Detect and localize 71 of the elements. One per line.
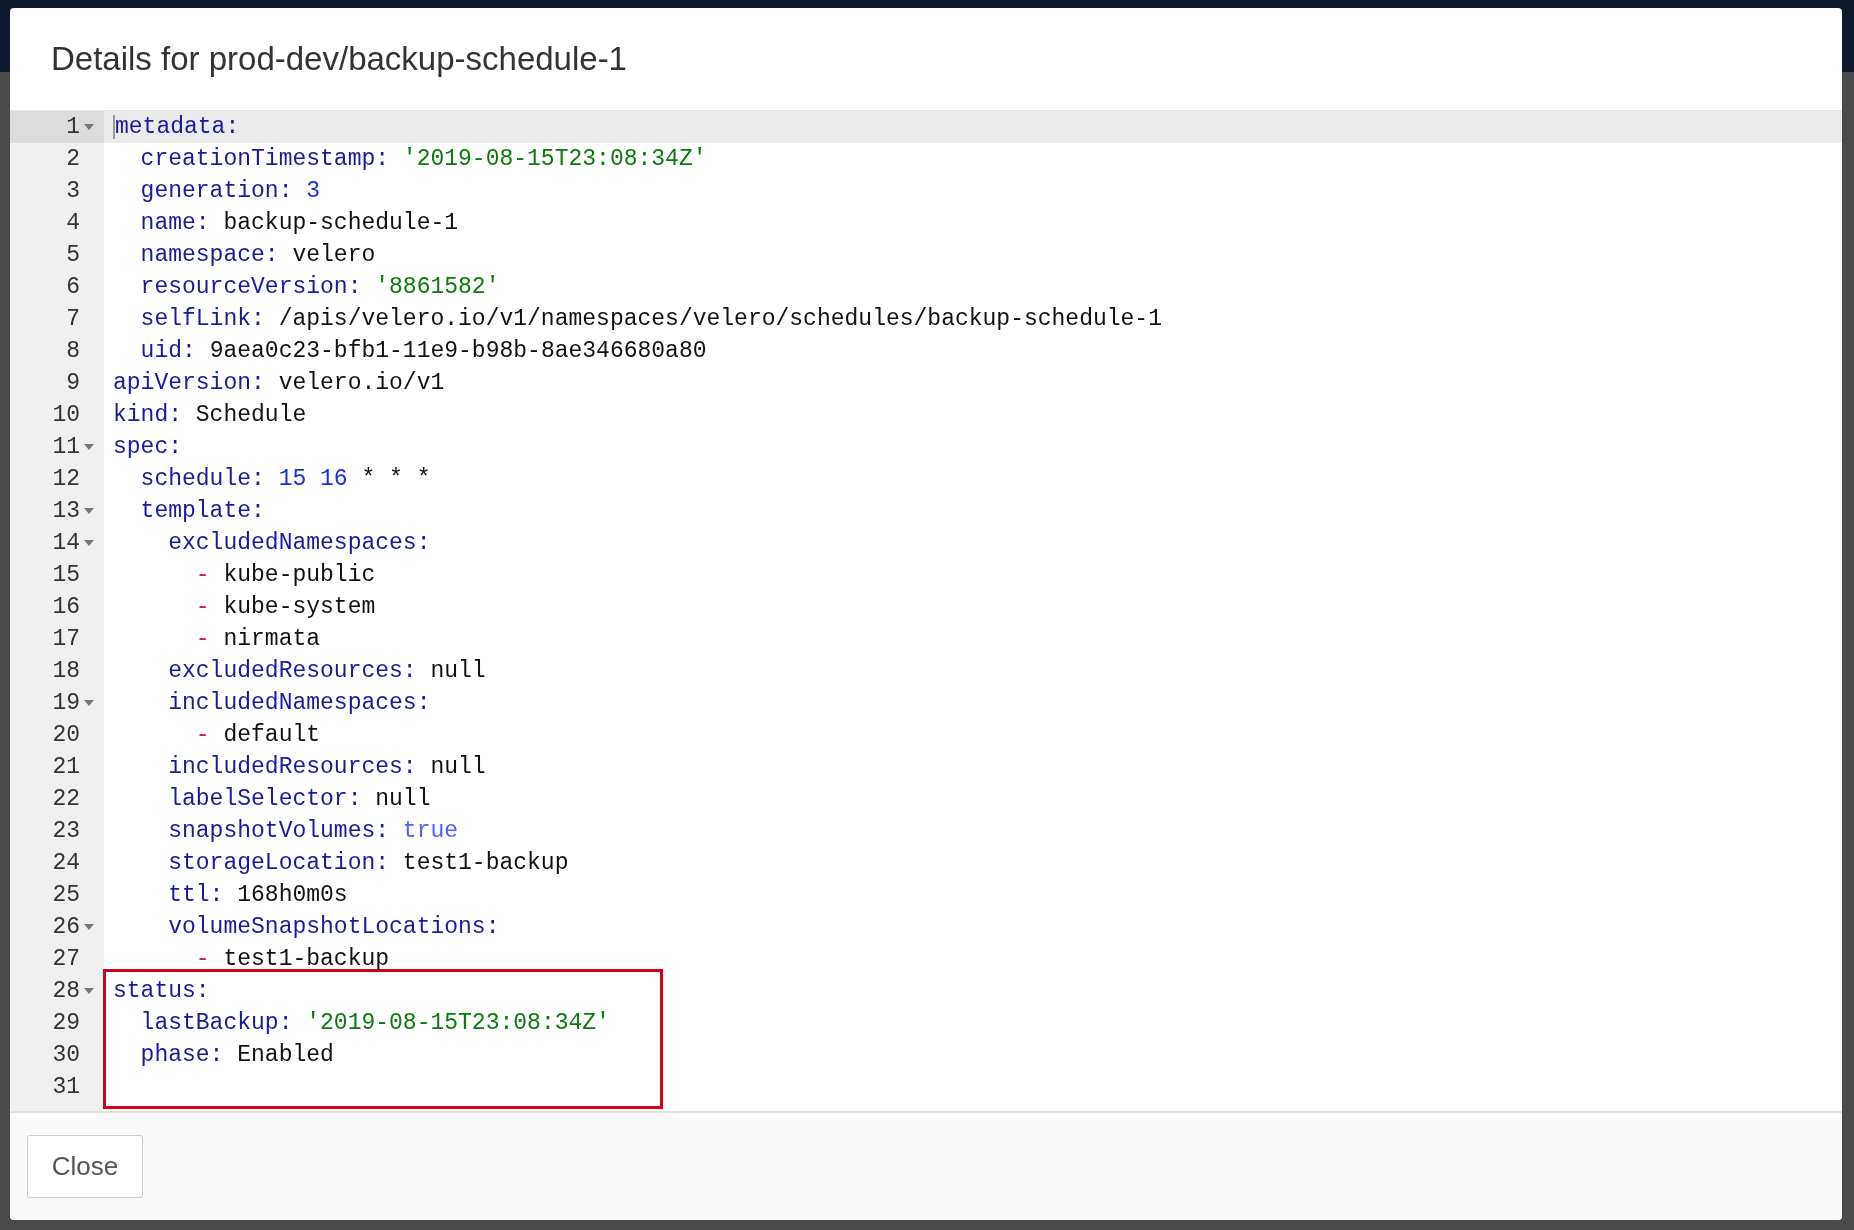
line-number: 31: [52, 1073, 80, 1102]
fold-caret-icon[interactable]: [84, 508, 94, 514]
line-number: 3: [66, 177, 80, 206]
code-line: template:: [139, 497, 265, 526]
code-line: uid: 9aea0c23-bfb1-11e9-b98b-8ae346680a80: [139, 337, 707, 366]
code-line: resourceVersion: '8861582': [139, 273, 500, 302]
fold-caret-icon[interactable]: [84, 988, 94, 994]
code-line: snapshotVolumes: true: [167, 817, 459, 846]
code-line: labelSelector: null: [167, 785, 431, 814]
code-line: apiVersion: velero.io/v1: [113, 369, 445, 398]
code-line: - test1-backup: [194, 945, 390, 974]
code-line: generation: 3: [139, 177, 321, 206]
line-number: 25: [52, 881, 80, 910]
code-line: creationTimestamp: '2019-08-15T23:08:34Z': [139, 145, 707, 174]
line-number: 30: [52, 1041, 80, 1070]
line-number: 9: [66, 369, 80, 398]
close-button[interactable]: Close: [27, 1135, 143, 1198]
code-line: - kube-system: [194, 593, 376, 622]
code-line: lastBackup: '2019-08-15T23:08:34Z': [139, 1009, 610, 1038]
fold-caret-icon[interactable]: [84, 924, 94, 930]
line-number: 8: [66, 337, 80, 366]
code-line: excludedNamespaces:: [167, 529, 431, 558]
code-line: volumeSnapshotLocations:: [167, 913, 500, 942]
line-number: 22: [52, 785, 80, 814]
line-number: 7: [66, 305, 80, 334]
code-line: spec:: [113, 433, 182, 462]
line-number: 15: [52, 561, 80, 590]
code-line: status:: [113, 977, 210, 1006]
line-number: 29: [52, 1009, 80, 1038]
line-number: 14: [52, 529, 80, 558]
code-line: namespace: velero: [139, 241, 376, 270]
line-number: 20: [52, 721, 80, 750]
code-line: metadata:: [115, 113, 240, 142]
code-line: kind: Schedule: [113, 401, 307, 430]
line-number: 5: [66, 241, 80, 270]
code-line: name: backup-schedule-1: [139, 209, 459, 238]
line-number: 24: [52, 849, 80, 878]
line-number: 1: [66, 113, 80, 142]
line-number: 4: [66, 209, 80, 238]
code-line: - default: [194, 721, 321, 750]
code-line: excludedResources: null: [167, 657, 486, 686]
line-number: 28: [52, 977, 80, 1006]
line-number: 13: [52, 497, 80, 526]
code-line: ttl: 168h0m0s: [167, 881, 348, 910]
fold-caret-icon[interactable]: [84, 444, 94, 450]
fold-caret-icon[interactable]: [84, 700, 94, 706]
line-number: 18: [52, 657, 80, 686]
line-number: 12: [52, 465, 80, 494]
line-number: 17: [52, 625, 80, 654]
line-number: 6: [66, 273, 80, 302]
text-cursor: [113, 115, 115, 139]
line-number: 27: [52, 945, 80, 974]
line-number: 16: [52, 593, 80, 622]
code-line: includedNamespaces:: [167, 689, 431, 718]
code-line: - kube-public: [194, 561, 376, 590]
code-line: schedule: 15 16 * * *: [139, 465, 431, 494]
code-line: - nirmata: [194, 625, 321, 654]
fold-caret-icon[interactable]: [84, 540, 94, 546]
code-line: includedResources: null: [167, 753, 486, 782]
line-number: 26: [52, 913, 80, 942]
code-line: storageLocation: test1-backup: [167, 849, 569, 878]
line-number: 2: [66, 145, 80, 174]
code-line: phase: Enabled: [139, 1041, 334, 1070]
line-number: 11: [52, 433, 80, 462]
line-number: 21: [52, 753, 80, 782]
line-number: 23: [52, 817, 80, 846]
line-number: 10: [52, 401, 80, 430]
fold-caret-icon[interactable]: [84, 124, 94, 130]
line-number: 19: [52, 689, 80, 718]
code-line: selfLink: /apis/velero.io/v1/namespaces/velero/schedules/backup-schedule-1: [139, 305, 1162, 334]
dialog-title: Details for prod-dev/backup-schedule-1: [51, 39, 627, 80]
